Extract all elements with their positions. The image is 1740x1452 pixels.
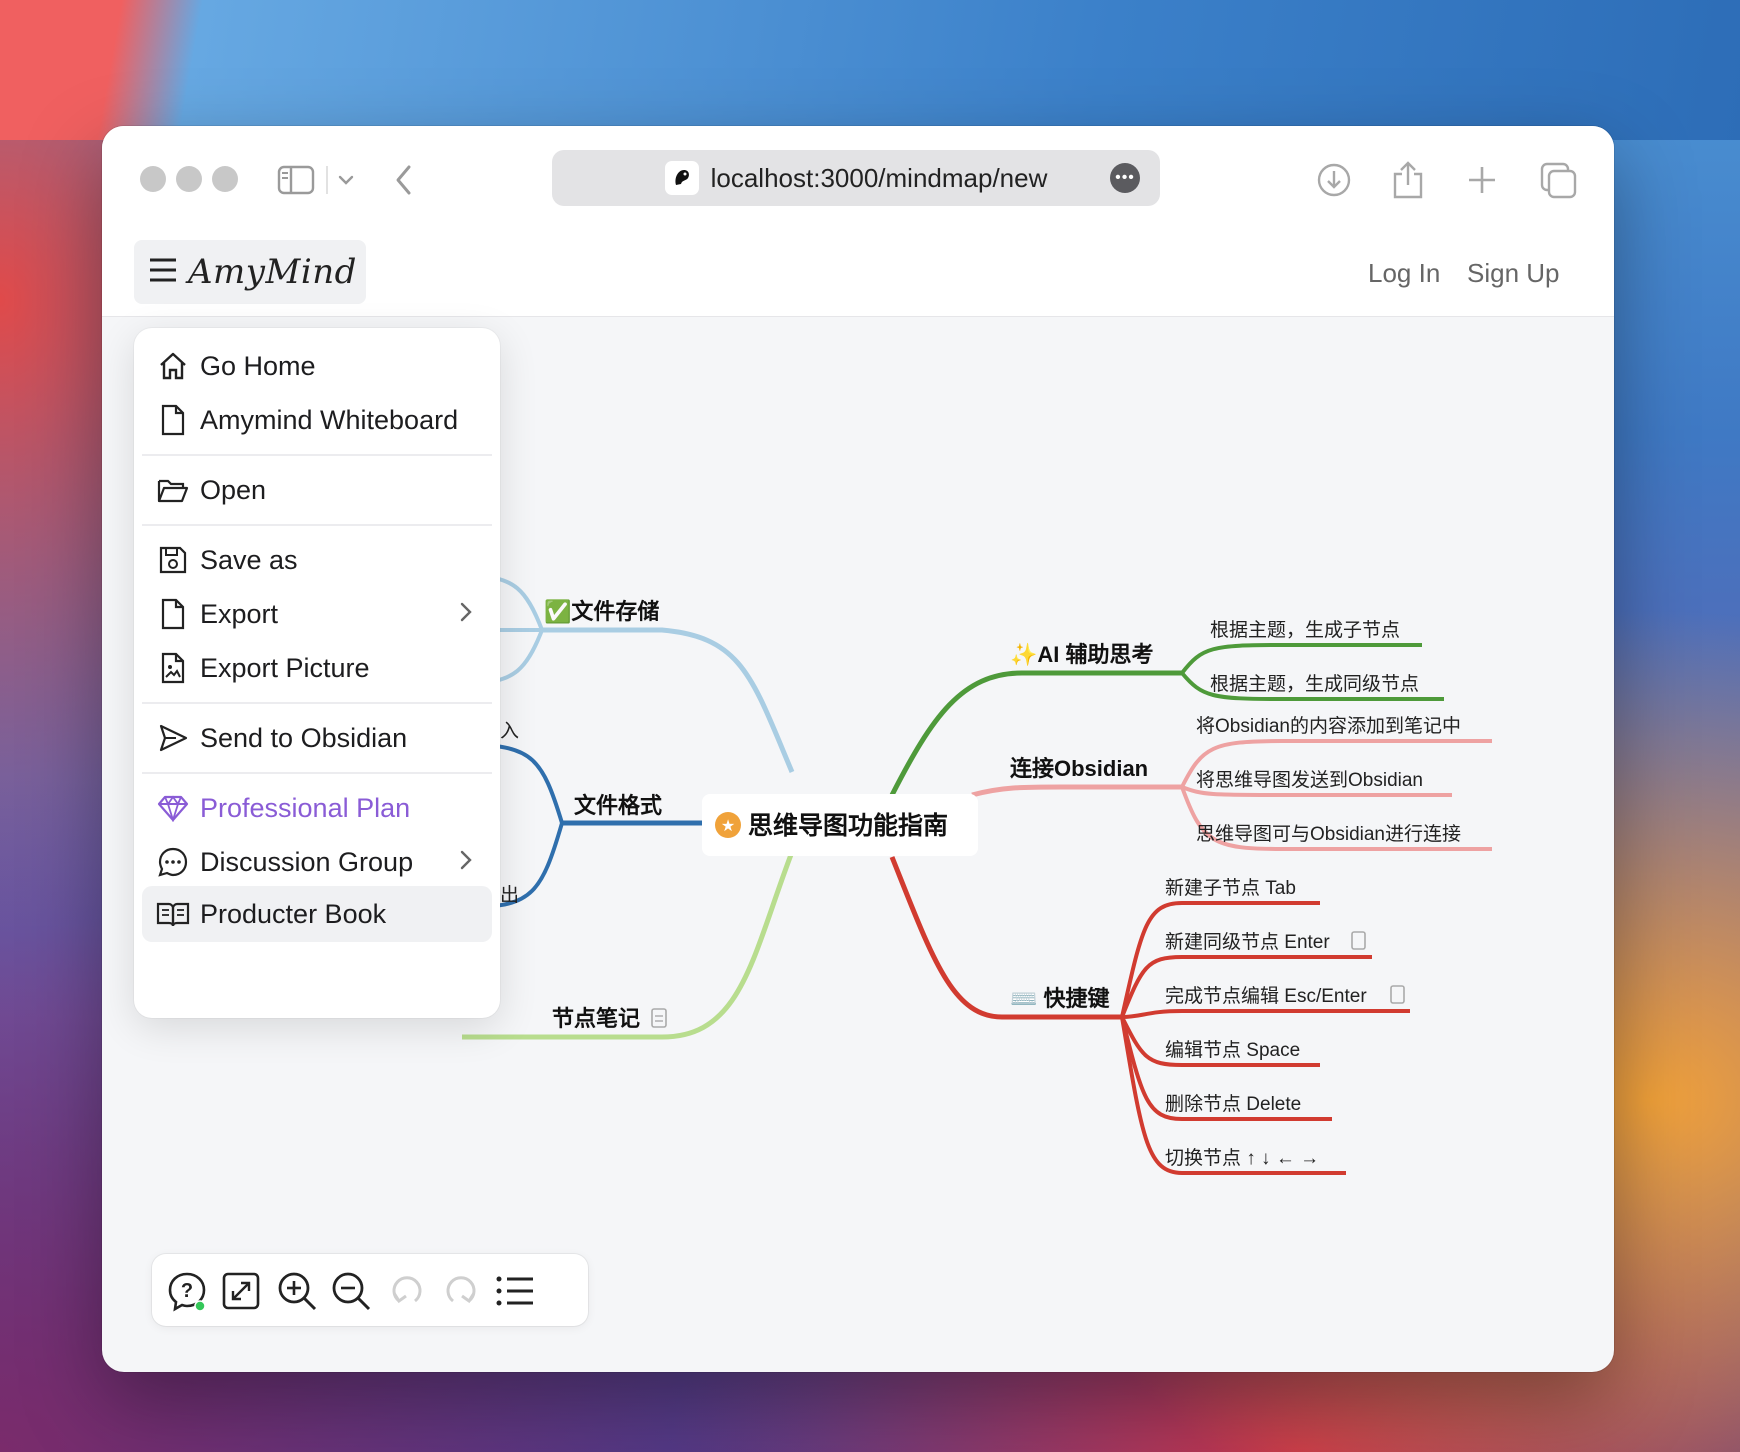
menu-item-label: Producter Book <box>200 898 387 929</box>
menu-item-save-as[interactable]: Save as <box>142 532 492 588</box>
back-icon[interactable] <box>382 158 426 202</box>
child-node[interactable]: 思维导图可与Obsidian进行连接 <box>1196 823 1461 845</box>
child-node[interactable]: 新建子节点 Tab <box>1165 877 1296 899</box>
menu-item-send-obsidian[interactable]: Send to Obsidian <box>142 710 492 766</box>
topic-shortcuts[interactable]: ⌨️ 快捷键 <box>1010 986 1110 1011</box>
diamond-icon <box>156 791 190 825</box>
canvas-toolbar: ? <box>152 1254 588 1326</box>
zoom-in-icon[interactable] <box>274 1268 320 1314</box>
save-icon <box>156 543 190 577</box>
send-icon <box>156 721 190 755</box>
menu-divider <box>142 702 492 704</box>
chevron-right-icon <box>458 848 474 879</box>
root-node-label: 思维导图功能指南 <box>748 811 948 840</box>
menu-divider <box>142 772 492 774</box>
url-text: localhost:3000/mindmap/new <box>710 162 1048 193</box>
topic-obsidian[interactable]: 连接Obsidian <box>1010 756 1148 781</box>
menu-item-label: Open <box>200 474 267 505</box>
topic-ai[interactable]: ✨AI 辅助思考 <box>1010 642 1154 667</box>
menu-item-go-home[interactable]: Go Home <box>142 338 492 394</box>
help-chat-icon[interactable]: ? <box>164 1268 210 1314</box>
redo-icon[interactable] <box>438 1268 484 1314</box>
child-node[interactable]: 根据主题，生成子节点 <box>1210 619 1400 641</box>
tab-overview-icon[interactable] <box>1536 158 1580 202</box>
child-node[interactable]: 将思维导图发送到Obsidian <box>1196 769 1423 791</box>
browser-titlebar: localhost:3000/mindmap/new ••• <box>102 126 1614 230</box>
menu-item-export[interactable]: Export <box>142 586 492 642</box>
sidebar-toggle-icon[interactable] <box>274 158 318 202</box>
topic-node-notes[interactable]: 节点笔记 <box>552 1006 640 1031</box>
menu-item-label: Professional Plan <box>200 792 411 823</box>
image-file-icon <box>156 651 190 685</box>
chat-bubble-icon <box>156 845 190 879</box>
undo-icon[interactable] <box>384 1268 430 1314</box>
svg-text:★: ★ <box>721 818 735 835</box>
book-icon <box>156 897 190 931</box>
menu-item-label: Amymind Whiteboard <box>200 404 459 435</box>
window-close-button[interactable] <box>140 166 166 192</box>
desktop-wallpaper <box>0 0 1740 140</box>
child-node[interactable]: 切换节点 ↑ ↓ ← → <box>1165 1147 1319 1169</box>
child-node[interactable]: 将Obsidian的内容添加到笔记中 <box>1196 715 1461 737</box>
menu-item-label: Discussion Group <box>200 846 414 877</box>
child-node[interactable]: 删除节点 Delete <box>1165 1093 1301 1115</box>
chevron-right-icon <box>458 600 474 631</box>
hamburger-icon <box>148 256 178 289</box>
file-icon <box>156 403 190 437</box>
menu-item-label: Send to Obsidian <box>200 722 408 753</box>
signup-link[interactable]: Sign Up <box>1467 258 1560 289</box>
window-zoom-button[interactable] <box>212 166 238 192</box>
chevron-down-icon[interactable] <box>324 158 368 202</box>
browser-window: localhost:3000/mindmap/new ••• AmyMind L… <box>102 126 1614 1372</box>
branch-shortcuts <box>889 856 1410 1175</box>
child-node[interactable]: 新建同级节点 Enter <box>1165 931 1330 953</box>
root-node[interactable]: ★ 思维导图功能指南 <box>702 794 978 856</box>
menu-item-discussion-group[interactable]: Discussion Group <box>142 834 492 890</box>
app-menu-dropdown: Go Home Amymind Whiteboard Open Save as … <box>134 328 500 1018</box>
login-link[interactable]: Log In <box>1368 258 1440 289</box>
home-icon <box>156 349 190 383</box>
svg-text:?: ? <box>181 1280 193 1302</box>
app-menu-button[interactable]: AmyMind <box>134 240 366 304</box>
menu-item-professional-plan[interactable]: Professional Plan <box>142 780 492 836</box>
window-minimize-button[interactable] <box>176 166 202 192</box>
site-favicon-icon <box>664 161 699 195</box>
menu-item-open[interactable]: Open <box>142 462 492 518</box>
menu-item-label: Export Picture <box>200 652 370 683</box>
file-icon <box>156 597 190 631</box>
download-icon[interactable] <box>1312 158 1356 202</box>
page-menu-icon[interactable]: ••• <box>1110 163 1140 193</box>
folder-open-icon <box>156 473 190 507</box>
menu-item-label: Export <box>200 598 279 629</box>
zoom-out-icon[interactable] <box>328 1268 374 1314</box>
menu-item-label: Save as <box>200 544 298 575</box>
branch-file-format <box>471 742 702 909</box>
child-node[interactable]: 完成节点编辑 Esc/Enter <box>1165 985 1367 1007</box>
note-icon <box>651 1008 667 1028</box>
child-node[interactable]: 编辑节点 Space <box>1165 1039 1300 1061</box>
partial-child-export: 出 <box>500 884 519 906</box>
menu-item-export-picture[interactable]: Export Picture <box>142 640 492 696</box>
app-header: AmyMind Log In Sign Up <box>102 230 1614 317</box>
topic-file-storage[interactable]: ✅文件存储 <box>544 599 659 624</box>
menu-divider <box>142 524 492 526</box>
address-bar[interactable]: localhost:3000/mindmap/new ••• <box>552 150 1160 206</box>
partial-child-import: 入 <box>500 721 519 742</box>
menu-item-producter-book[interactable]: Producter Book <box>142 886 492 942</box>
menu-divider <box>142 454 492 456</box>
note-icon <box>1351 931 1366 950</box>
menu-item-label: Go Home <box>200 350 316 381</box>
new-tab-icon[interactable] <box>1460 158 1504 202</box>
fit-screen-icon[interactable] <box>218 1268 264 1314</box>
topic-file-format[interactable]: 文件格式 <box>574 793 662 818</box>
outline-list-icon[interactable] <box>492 1268 538 1314</box>
app-brand-logo: AmyMind <box>188 252 357 292</box>
share-icon[interactable] <box>1386 158 1430 202</box>
note-icon <box>1390 985 1405 1004</box>
child-node[interactable]: 根据主题，生成同级节点 <box>1210 673 1419 695</box>
menu-item-whiteboard[interactable]: Amymind Whiteboard <box>142 392 492 448</box>
